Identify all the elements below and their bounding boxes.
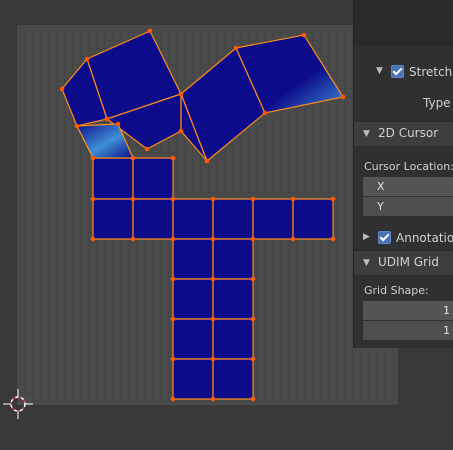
uv-vertex[interactable]: [130, 155, 136, 161]
cursor-location-label: Cursor Location:: [364, 160, 453, 173]
cursor-y-label: Y: [377, 200, 384, 213]
uv-vertex[interactable]: [301, 32, 307, 38]
uv-vertex[interactable]: [233, 45, 239, 51]
uv-face[interactable]: [292, 198, 334, 240]
uv-face[interactable]: [172, 358, 214, 400]
uv-vertex[interactable]: [130, 196, 136, 202]
uv-face[interactable]: [92, 157, 134, 200]
uv-face[interactable]: [172, 238, 214, 280]
uv-vertex[interactable]: [144, 146, 150, 152]
grid-shape-x-value: 1: [443, 304, 450, 317]
uv-vertex[interactable]: [250, 276, 256, 282]
uv-face[interactable]: [172, 198, 214, 240]
grid-shape-row: Grid Shape:: [354, 283, 453, 299]
grid-shape-y-field[interactable]: 1: [363, 321, 453, 340]
uv-vertex[interactable]: [262, 110, 268, 116]
uv-vertex[interactable]: [170, 196, 176, 202]
uv-face[interactable]: [212, 358, 254, 400]
uv-vertex[interactable]: [210, 276, 216, 282]
uv-vertex[interactable]: [210, 196, 216, 202]
annotations-row[interactable]: ▶ Annotations: [354, 228, 453, 248]
cursor-x-field[interactable]: X: [363, 177, 453, 196]
uv-vertex[interactable]: [90, 236, 96, 242]
chevron-down-icon[interactable]: ▼: [363, 129, 370, 139]
uv-vertex[interactable]: [90, 155, 96, 161]
uv-vertex[interactable]: [130, 236, 136, 242]
panel-header-udim-grid[interactable]: ▼ UDIM Grid: [354, 250, 453, 275]
uv-vertex[interactable]: [170, 396, 176, 402]
uv-vertex[interactable]: [210, 316, 216, 322]
annotations-checkbox[interactable]: [378, 231, 391, 244]
chevron-down-icon[interactable]: ▼: [363, 258, 370, 268]
annotations-label: Annotations: [396, 231, 453, 245]
panel-header-2d-cursor[interactable]: ▼ 2D Cursor: [354, 121, 453, 146]
stretching-checkbox[interactable]: [391, 65, 404, 78]
grid-shape-label: Grid Shape:: [364, 284, 429, 297]
chevron-down-icon[interactable]: ▼: [376, 66, 383, 76]
uv-vertex[interactable]: [210, 356, 216, 362]
uv-vertex[interactable]: [210, 236, 216, 242]
uv-face[interactable]: [252, 198, 294, 240]
uv-vertex[interactable]: [250, 196, 256, 202]
uv-vertex[interactable]: [178, 91, 184, 97]
uv-vertex[interactable]: [210, 396, 216, 402]
uv-vertex[interactable]: [115, 121, 121, 127]
uv-vertex[interactable]: [90, 196, 96, 202]
uv-vertex[interactable]: [330, 236, 336, 242]
cursor-location-row: Cursor Location:: [354, 159, 453, 175]
sidebar-tab-strip: [354, 0, 453, 46]
uv-face[interactable]: [212, 198, 254, 240]
type-row: Type: [354, 94, 453, 112]
uv-face[interactable]: [172, 278, 214, 320]
uv-vertex[interactable]: [290, 236, 296, 242]
uv-vertex[interactable]: [170, 155, 176, 161]
uv-vertex[interactable]: [250, 316, 256, 322]
cursor-x-label: X: [377, 180, 385, 193]
uv-face[interactable]: [92, 198, 134, 240]
uv-face[interactable]: [132, 157, 174, 200]
uv-vertex[interactable]: [178, 128, 184, 134]
uv-vertex[interactable]: [170, 276, 176, 282]
uv-vertex[interactable]: [290, 196, 296, 202]
uv-vertex[interactable]: [59, 86, 65, 92]
stretching-label: Stretching: [409, 65, 453, 79]
panel-title-udim-grid: UDIM Grid: [378, 255, 439, 269]
uv-vertex[interactable]: [250, 356, 256, 362]
stretching-row[interactable]: ▼ Stretching: [354, 62, 453, 82]
uv-vertex[interactable]: [330, 196, 336, 202]
uv-face[interactable]: [212, 318, 254, 360]
uv-face[interactable]: [132, 198, 174, 240]
uv-vertex[interactable]: [250, 396, 256, 402]
grid-shape-x-field[interactable]: 1: [363, 301, 453, 320]
uv-vertex[interactable]: [74, 123, 80, 129]
uv-vertex[interactable]: [147, 28, 153, 34]
type-label: Type: [423, 96, 451, 110]
uv-vertex[interactable]: [104, 116, 110, 122]
chevron-right-icon[interactable]: ▶: [363, 232, 370, 242]
uv-vertex[interactable]: [170, 356, 176, 362]
sidebar-panel: ▼ Stretching Type ▼ 2D Cursor Cursor Loc…: [353, 0, 453, 348]
grid-shape-y-value: 1: [443, 324, 450, 337]
uv-vertex[interactable]: [250, 236, 256, 242]
uv-face[interactable]: [212, 278, 254, 320]
cursor-y-field[interactable]: Y: [363, 197, 453, 216]
uv-vertex[interactable]: [170, 236, 176, 242]
uv-vertex[interactable]: [204, 158, 210, 164]
uv-face[interactable]: [172, 318, 214, 360]
uv-vertex[interactable]: [84, 56, 90, 62]
uv-vertex[interactable]: [170, 316, 176, 322]
uv-face[interactable]: [212, 238, 254, 280]
panel-title-2d-cursor: 2D Cursor: [378, 126, 439, 140]
uv-vertex[interactable]: [340, 94, 346, 100]
